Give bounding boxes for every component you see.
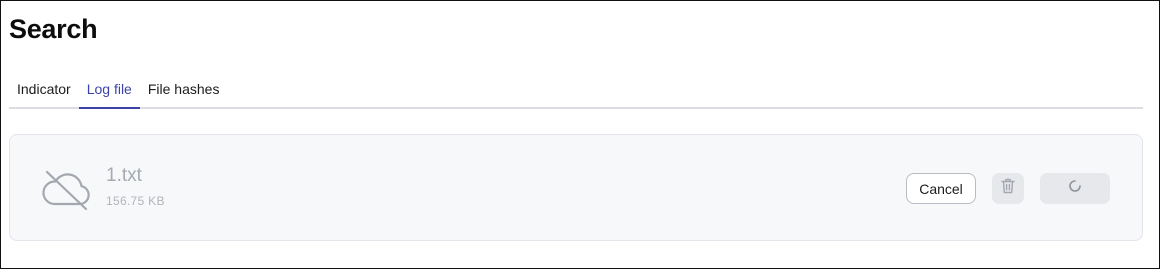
upload-progress-button[interactable]: [1040, 173, 1110, 204]
file-size: 156.75 KB: [106, 194, 165, 208]
cloud-off-icon: [40, 168, 92, 211]
tab-bar: Indicator Log file File hashes: [9, 73, 1143, 109]
file-name: 1.txt: [106, 165, 142, 186]
file-upload-card: 1.txt 156.75 KB Cancel: [9, 134, 1143, 241]
trash-icon: [1001, 178, 1015, 199]
spinner-icon: [1068, 179, 1082, 198]
delete-button[interactable]: [992, 173, 1024, 204]
cancel-button[interactable]: Cancel: [906, 173, 976, 204]
tab-file-hashes[interactable]: File hashes: [140, 73, 228, 107]
tab-indicator[interactable]: Indicator: [9, 73, 79, 107]
page-title: Search: [9, 14, 98, 44]
tab-log-file[interactable]: Log file: [78, 73, 141, 109]
search-panel: Search Indicator Log file File hashes 1.…: [0, 0, 1160, 269]
